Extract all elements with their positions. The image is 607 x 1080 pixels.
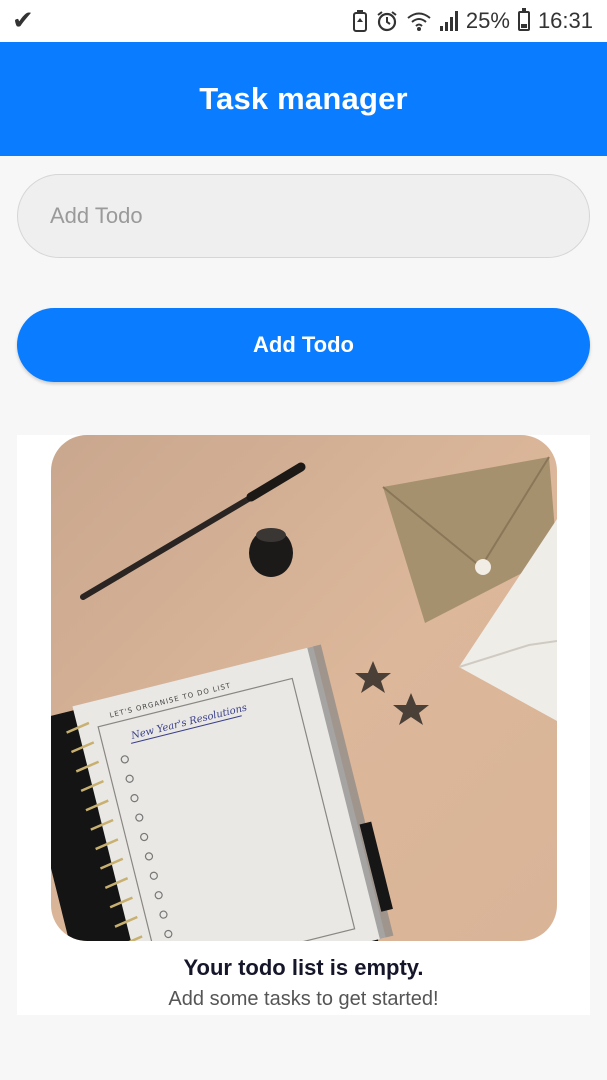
desk-notebook-illustration: LET'S ORGANISE TO DO LIST New Year's Res… bbox=[51, 435, 557, 941]
todo-input[interactable] bbox=[17, 174, 590, 258]
battery-saver-icon bbox=[352, 8, 368, 34]
wifi-icon bbox=[406, 8, 432, 34]
page-title: Task manager bbox=[199, 81, 408, 116]
empty-state-title: Your todo list is empty. bbox=[183, 955, 424, 980]
signal-icon bbox=[439, 11, 458, 31]
alarm-icon bbox=[376, 8, 398, 34]
empty-state: LET'S ORGANISE TO DO LIST New Year's Res… bbox=[17, 435, 590, 1015]
status-icons: 25% 16:31 bbox=[352, 6, 593, 36]
check-icon: ✔ bbox=[12, 6, 34, 36]
status-bar: ✔ 25% 16:31 bbox=[0, 0, 607, 42]
add-todo-button[interactable]: Add Todo bbox=[17, 308, 590, 382]
battery-icon bbox=[517, 8, 530, 34]
battery-percent: 25% bbox=[465, 8, 510, 33]
clock: 16:31 bbox=[537, 8, 593, 33]
empty-state-subtitle: Add some tasks to get started! bbox=[168, 988, 439, 1010]
app-header: Task manager bbox=[0, 42, 607, 156]
